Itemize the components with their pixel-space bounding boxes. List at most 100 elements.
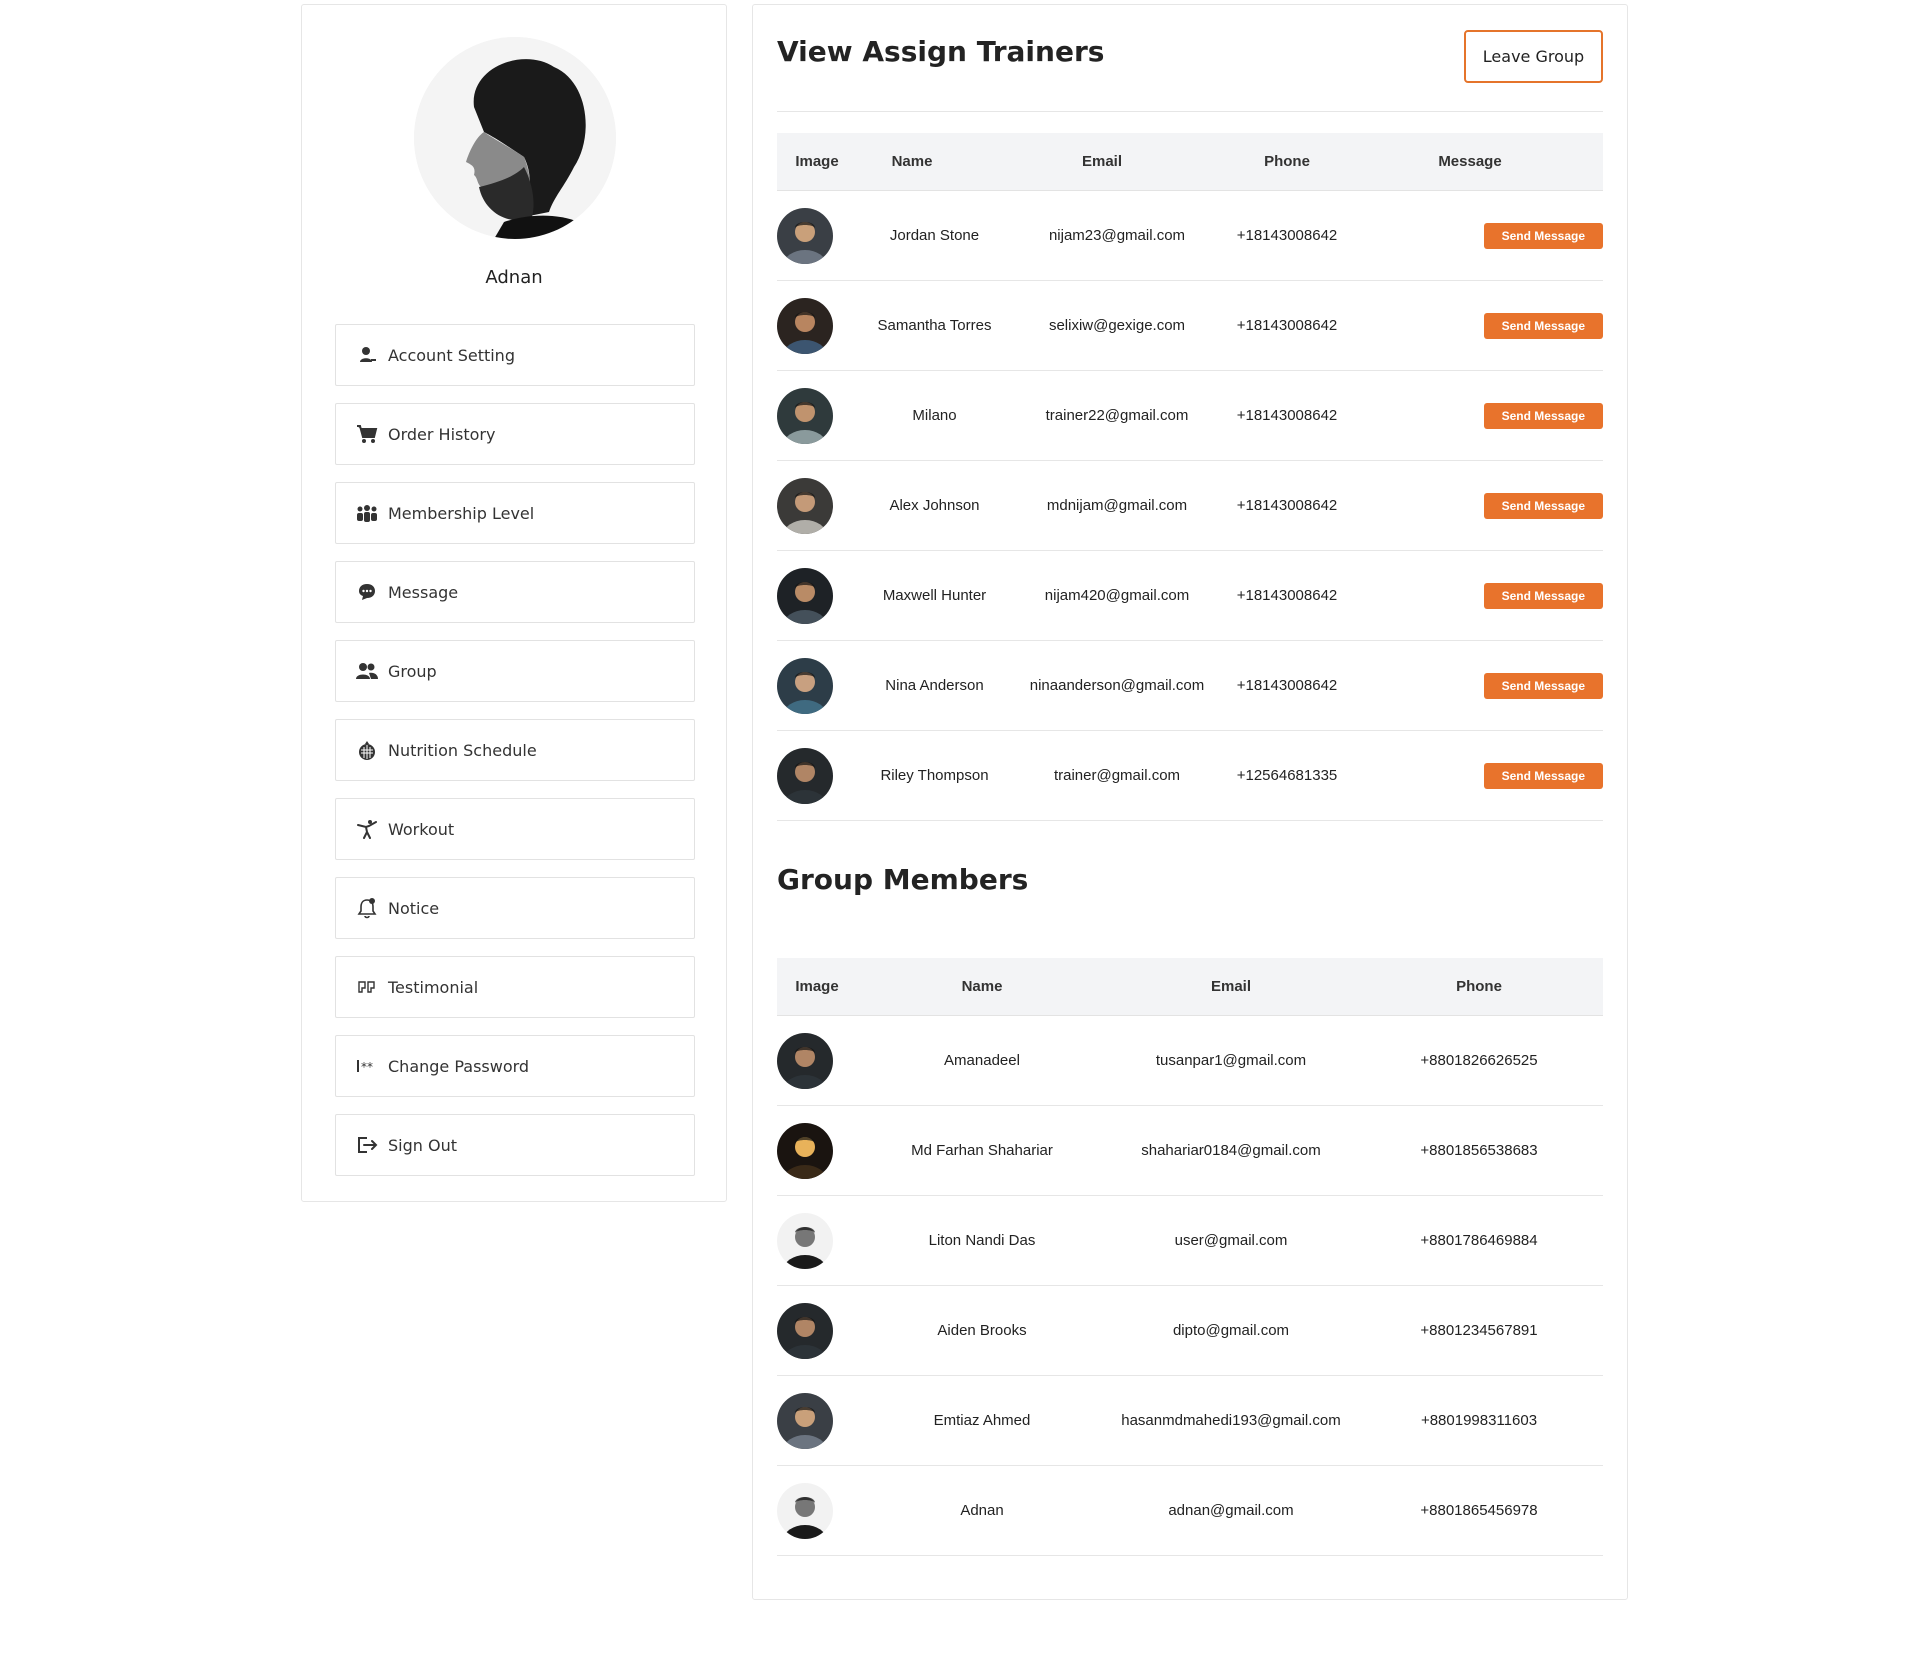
leave-group-button[interactable]: Leave Group <box>1464 30 1603 83</box>
sidebar-item-label: Order History <box>388 424 496 444</box>
trainer-name: Samantha Torres <box>877 317 992 334</box>
image-cell <box>777 207 857 264</box>
table-row: Alex Johnson mdnijam@gmail.com +1814300864… <box>777 461 1603 551</box>
message-cell: Send Message <box>1352 762 1603 789</box>
trainer-email: ninaanderson@gmail.com <box>1029 677 1205 694</box>
trainer-email: trainer@gmail.com <box>1053 767 1181 784</box>
member-avatar <box>777 1482 833 1539</box>
image-cell <box>777 297 857 354</box>
password-icon: ** <box>356 1055 378 1077</box>
send-message-button[interactable]: Send Message <box>1483 672 1603 699</box>
chat-icon <box>356 581 378 603</box>
trainer-phone: +18143008642 <box>1236 497 1338 514</box>
image-cell <box>777 1212 857 1269</box>
message-cell: Send Message <box>1352 222 1603 249</box>
divider <box>777 111 1603 112</box>
member-email: tusanpar1@gmail.com <box>1155 1052 1307 1069</box>
member-name: Emtiaz Ahmed <box>933 1412 1031 1429</box>
trainers-table: Image Name Email Phone Message Jordan St… <box>777 133 1603 821</box>
image-cell <box>777 1032 857 1089</box>
group-icon <box>356 660 378 682</box>
member-email: user@gmail.com <box>1174 1232 1288 1249</box>
trainer-avatar <box>777 657 833 714</box>
bell-icon <box>356 897 378 919</box>
sidebar-item-testimonial[interactable]: Testimonial <box>335 956 695 1018</box>
profile-name: Adnan <box>485 267 543 288</box>
trainer-avatar <box>777 207 833 264</box>
member-name: Md Farhan Shahariar <box>911 1142 1053 1159</box>
sidebar-item-sign-out[interactable]: Sign Out <box>335 1114 695 1176</box>
message-cell: Send Message <box>1352 492 1603 519</box>
column-header: Name <box>961 978 1003 995</box>
sidebar-item-group[interactable]: Group <box>335 640 695 702</box>
members-table: Image Name Email Phone Amanadeel tusanpar… <box>777 958 1603 1556</box>
quote-icon <box>356 976 378 998</box>
trainer-phone: +18143008642 <box>1236 677 1338 694</box>
column-header: Image <box>795 978 839 995</box>
send-message-button[interactable]: Send Message <box>1483 492 1603 519</box>
trainer-phone: +18143008642 <box>1236 227 1338 244</box>
table-row: Jordan Stone nijam23@gmail.com +1814300864… <box>777 191 1603 281</box>
send-message-button[interactable]: Send Message <box>1483 762 1603 789</box>
trainer-phone: +18143008642 <box>1236 407 1338 424</box>
send-message-button[interactable]: Send Message <box>1483 582 1603 609</box>
users-group-icon <box>356 502 378 524</box>
member-name: Liton Nandi Das <box>928 1232 1036 1249</box>
image-cell <box>777 387 857 444</box>
sidebar-item-order-history[interactable]: Order History <box>335 403 695 465</box>
member-avatar <box>777 1302 833 1359</box>
table-row: Samantha Torres selixiw@gexige.com +181430… <box>777 281 1603 371</box>
profile-avatar <box>414 37 616 239</box>
sidebar-item-workout[interactable]: Workout <box>335 798 695 860</box>
profile-sidebar: Adnan Account Setting Order History Memb… <box>301 4 727 1202</box>
trainer-email: selixiw@gexige.com <box>1048 317 1186 334</box>
sidebar-item-account-setting[interactable]: Account Setting <box>335 324 695 386</box>
trainer-name: Riley Thompson <box>880 767 989 784</box>
trainer-avatar <box>777 387 833 444</box>
image-cell <box>777 1392 857 1449</box>
main-panel: View Assign Trainers Leave Group Image N… <box>752 4 1628 1600</box>
sidebar-item-label: Notice <box>388 898 440 918</box>
message-cell: Send Message <box>1352 402 1603 429</box>
trainer-avatar <box>777 297 833 354</box>
sidebar-item-label: Change Password <box>388 1056 530 1076</box>
member-avatar <box>777 1212 833 1269</box>
trainer-email: trainer22@gmail.com <box>1045 407 1189 424</box>
member-email: adnan@gmail.com <box>1168 1502 1294 1519</box>
table-row: Aiden Brooks dipto@gmail.com +880123456789… <box>777 1286 1603 1376</box>
trainer-name: Maxwell Hunter <box>882 587 987 604</box>
sidebar-item-label: Group <box>388 661 437 681</box>
member-email: dipto@gmail.com <box>1172 1322 1290 1339</box>
sidebar-item-label: Workout <box>388 819 455 839</box>
sidebar-item-message[interactable]: Message <box>335 561 695 623</box>
trainer-avatar <box>777 747 833 804</box>
member-phone: +8801826626525 <box>1420 1052 1538 1069</box>
member-name: Amanadeel <box>944 1052 1020 1069</box>
trainer-phone: +18143008642 <box>1236 317 1338 334</box>
send-message-button[interactable]: Send Message <box>1483 402 1603 429</box>
send-message-button[interactable]: Send Message <box>1483 222 1603 249</box>
image-cell <box>777 567 857 624</box>
trainer-avatar <box>777 477 833 534</box>
sidebar-item-membership-level[interactable]: Membership Level <box>335 482 695 544</box>
sidebar-item-nutrition-schedule[interactable]: Nutrition Schedule <box>335 719 695 781</box>
message-cell: Send Message <box>1352 672 1603 699</box>
table-row: Md Farhan Shahariar shahariar0184@gmail.c… <box>777 1106 1603 1196</box>
sidebar-item-change-password[interactable]: ** Change Password <box>335 1035 695 1097</box>
member-avatar <box>777 1032 833 1089</box>
table-header: Image Name Email Phone <box>777 958 1603 1016</box>
send-message-button[interactable]: Send Message <box>1483 312 1603 339</box>
cart-icon <box>356 423 378 445</box>
member-email: hasanmdmahedi193@gmail.com <box>1121 1412 1341 1429</box>
trainer-avatar <box>777 567 833 624</box>
message-cell: Send Message <box>1352 312 1603 339</box>
column-header: Email <box>1081 153 1123 170</box>
trainer-email: mdnijam@gmail.com <box>1046 497 1188 514</box>
table-row: Liton Nandi Das user@gmail.com +8801786469… <box>777 1196 1603 1286</box>
sidebar-item-notice[interactable]: Notice <box>335 877 695 939</box>
image-cell <box>777 747 857 804</box>
column-header: Name <box>891 153 933 170</box>
image-cell <box>777 477 857 534</box>
column-header: Phone <box>1456 978 1502 995</box>
sidebar-item-label: Message <box>388 582 459 602</box>
